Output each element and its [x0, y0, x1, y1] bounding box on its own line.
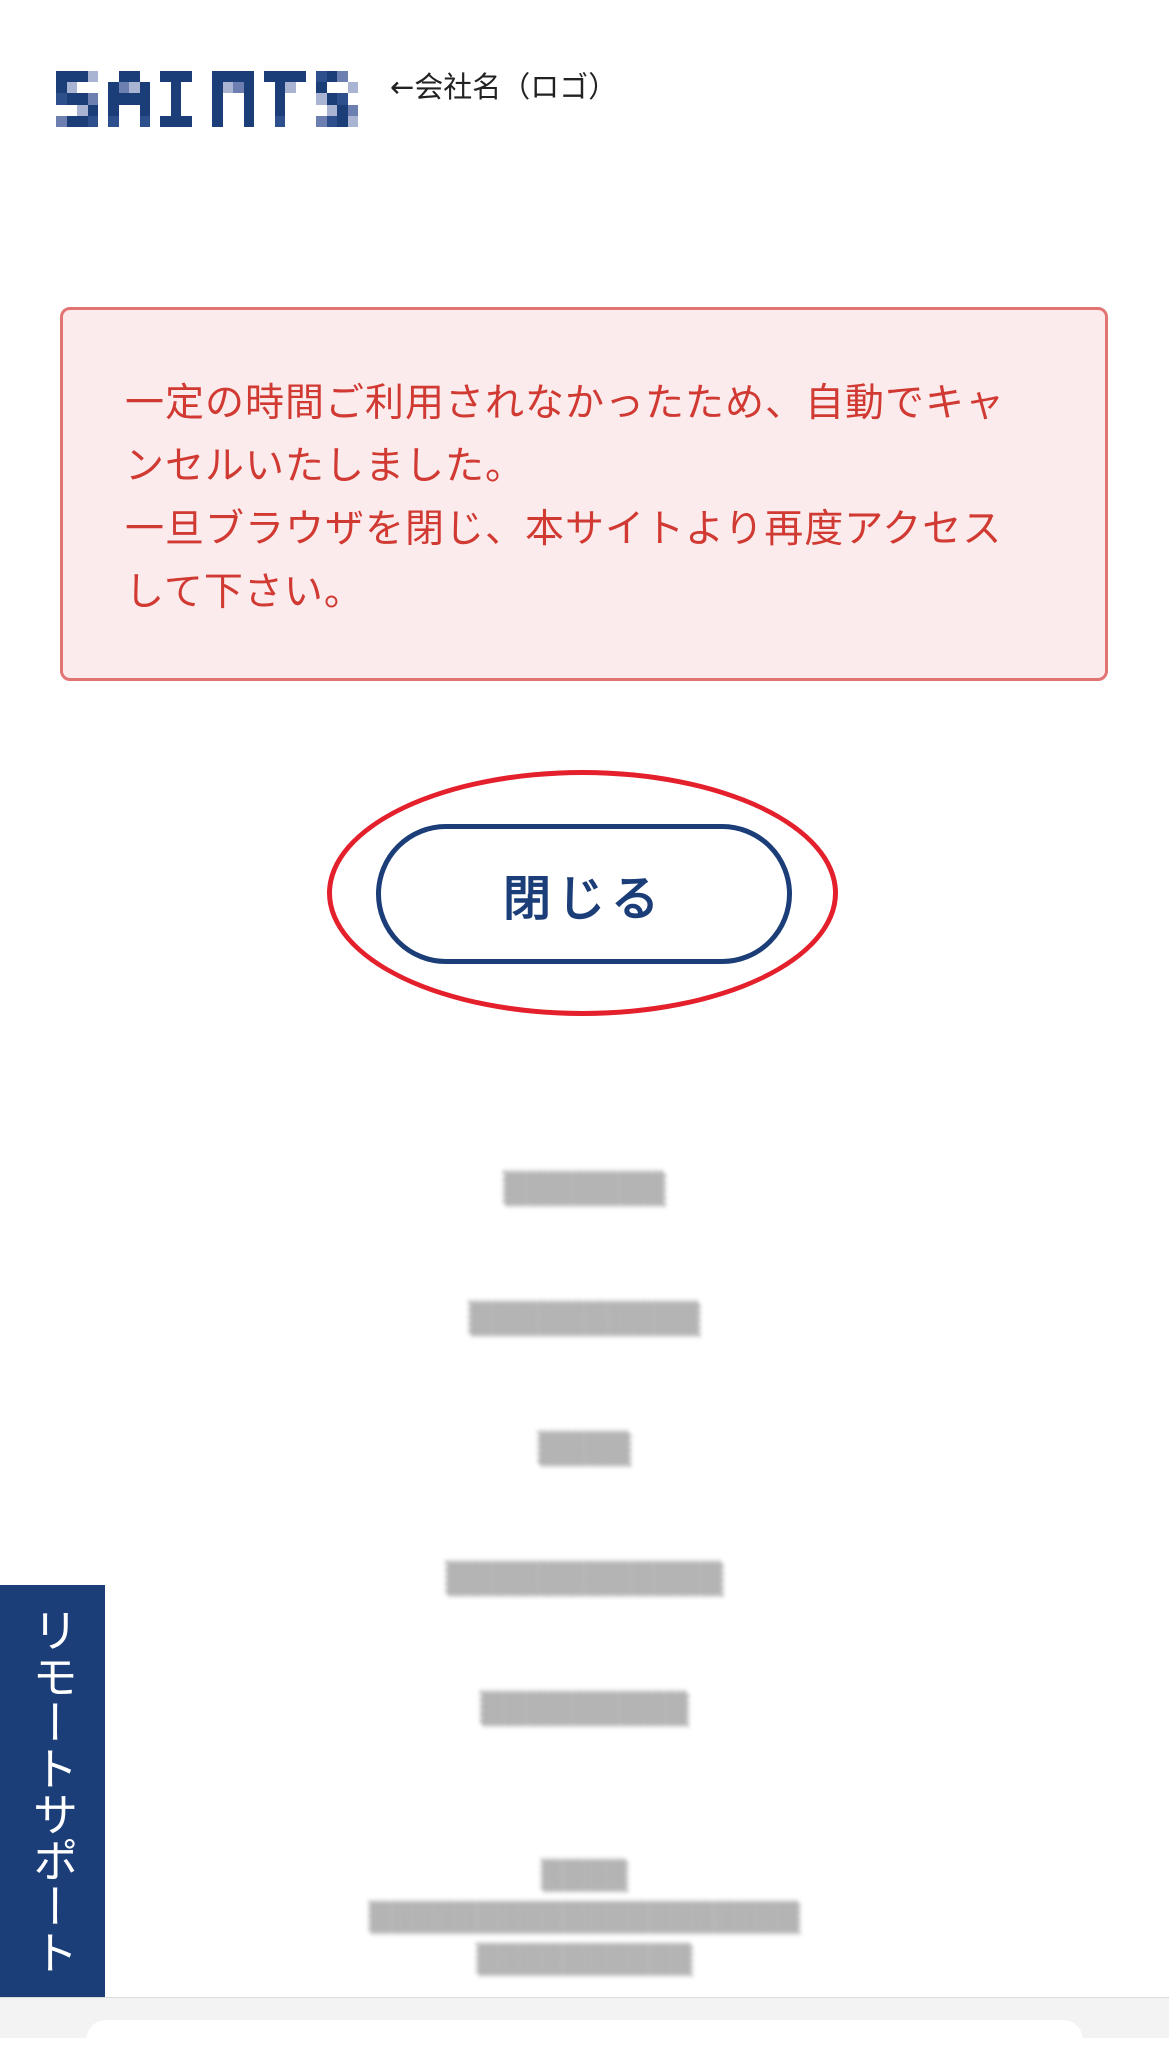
footer-link[interactable]: ▒▒▒▒▒▒▒▒▒▒▒▒: [0, 1560, 1169, 1690]
footer-company-info: ▒▒▒▒ ▒▒▒▒▒▒▒▒▒▒▒▒▒▒▒▒▒▒▒▒ ▒▒▒▒▒▒▒▒▒▒: [0, 1855, 1169, 1981]
footer-link[interactable]: ▒▒▒▒▒▒▒▒▒: [0, 1690, 1169, 1820]
footer-company-line: ▒▒▒▒: [541, 1859, 628, 1892]
alert-message-line: 一旦ブラウザを閉じ、本サイトより再度アクセス: [125, 507, 1003, 552]
company-logo: [56, 67, 358, 127]
logo-letter: [160, 71, 202, 127]
close-button[interactable]: 閉じる: [376, 824, 792, 964]
alert-message-line: ンセルいたしました。: [125, 444, 526, 489]
logo-letter: [56, 71, 98, 127]
logo-note: ←会社名（ロゴ）: [390, 70, 618, 104]
header: ←会社名（ロゴ）: [56, 62, 617, 132]
alert-message-line: して下さい。: [125, 570, 364, 615]
footer-link[interactable]: ▒▒▒▒: [0, 1430, 1169, 1560]
footer-company-line: ▒▒▒▒▒▒▒▒▒▒▒▒▒▒▒▒▒▒▒▒: [369, 1901, 800, 1934]
alert-message-line: 一定の時間ご利用されなかったため、自動でキャ: [125, 381, 1006, 426]
browser-bottom-pill: [86, 2020, 1083, 2060]
logo-letter: [108, 71, 150, 127]
footer-link[interactable]: ▒▒▒▒▒▒▒▒▒▒: [0, 1300, 1169, 1430]
footer-company-line: ▒▒▒▒▒▒▒▒▒▒: [476, 1943, 693, 1976]
footer-links: ▒▒▒▒▒▒▒ ▒▒▒▒▒▒▒▒▒▒ ▒▒▒▒ ▒▒▒▒▒▒▒▒▒▒▒▒ ▒▒▒…: [0, 1170, 1169, 1820]
remote-support-tab[interactable]: リモートサポート: [0, 1585, 105, 1997]
logo-letter: [212, 71, 254, 127]
timeout-alert: 一定の時間ご利用されなかったため、自動でキャ ンセルいたしました。 一旦ブラウザ…: [60, 307, 1108, 681]
footer-link[interactable]: ▒▒▒▒▒▒▒: [0, 1170, 1169, 1300]
logo-letter: [316, 71, 358, 127]
logo-letter: [264, 71, 306, 127]
